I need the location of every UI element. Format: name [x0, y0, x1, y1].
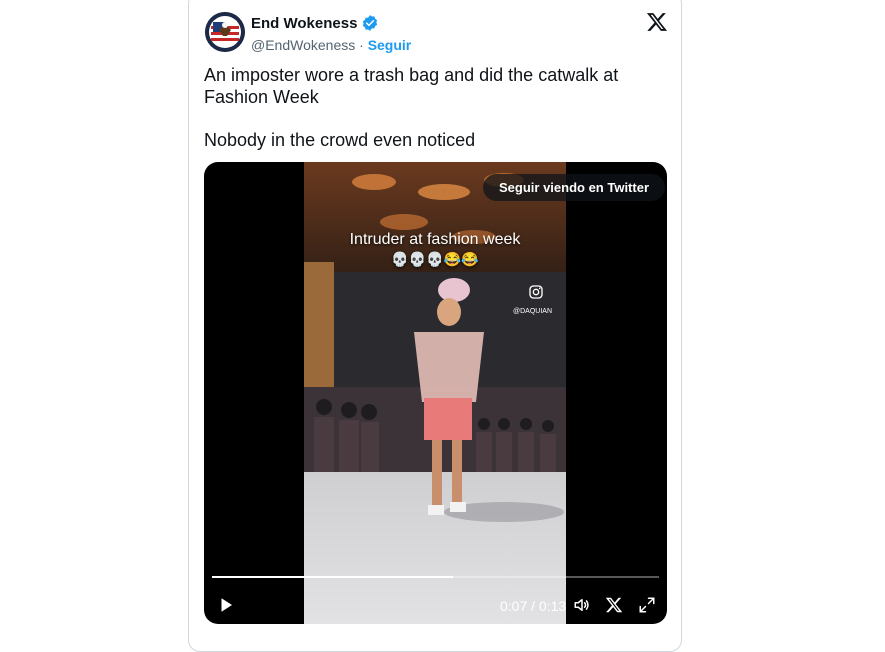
- fullscreen-icon[interactable]: [638, 596, 656, 614]
- video-progress-fill: [212, 576, 454, 578]
- video-time: 0:07 / 0:13: [500, 598, 567, 614]
- play-icon[interactable]: [217, 596, 235, 614]
- tweet-text: An imposter wore a trash bag and did the…: [204, 64, 654, 151]
- author-name[interactable]: End Wokeness: [251, 15, 357, 32]
- video-caption: Intruder at fashion week: [349, 231, 521, 248]
- volume-icon[interactable]: [573, 596, 591, 614]
- video-watermark: @DAQUIAN: [513, 308, 552, 315]
- x-small-icon[interactable]: [605, 596, 623, 614]
- instagram-icon: [528, 284, 544, 300]
- keep-watching-button[interactable]: Seguir viendo en Twitter: [483, 174, 666, 201]
- tweet-line-1: An imposter wore a trash bag and did the…: [204, 65, 619, 107]
- video-progress-track[interactable]: [212, 576, 659, 578]
- verified-badge-icon: [361, 14, 379, 32]
- avatar[interactable]: [205, 12, 245, 52]
- video-controls: 0:07 / 0:13: [204, 590, 667, 620]
- video-emojis: 💀💀💀😂😂: [391, 251, 479, 267]
- follow-button[interactable]: Seguir: [368, 37, 412, 53]
- tweet-line-2: Nobody in the crowd even noticed: [204, 130, 476, 150]
- video-frame: Intruder at fashion week 💀💀💀😂😂 @DAQUIAN: [304, 162, 566, 624]
- handle-separator: ·: [359, 37, 364, 53]
- video-player[interactable]: Intruder at fashion week 💀💀💀😂😂 @DAQUIAN …: [204, 162, 667, 624]
- author-handle[interactable]: @EndWokeness: [251, 37, 355, 53]
- x-logo-icon[interactable]: [646, 11, 668, 33]
